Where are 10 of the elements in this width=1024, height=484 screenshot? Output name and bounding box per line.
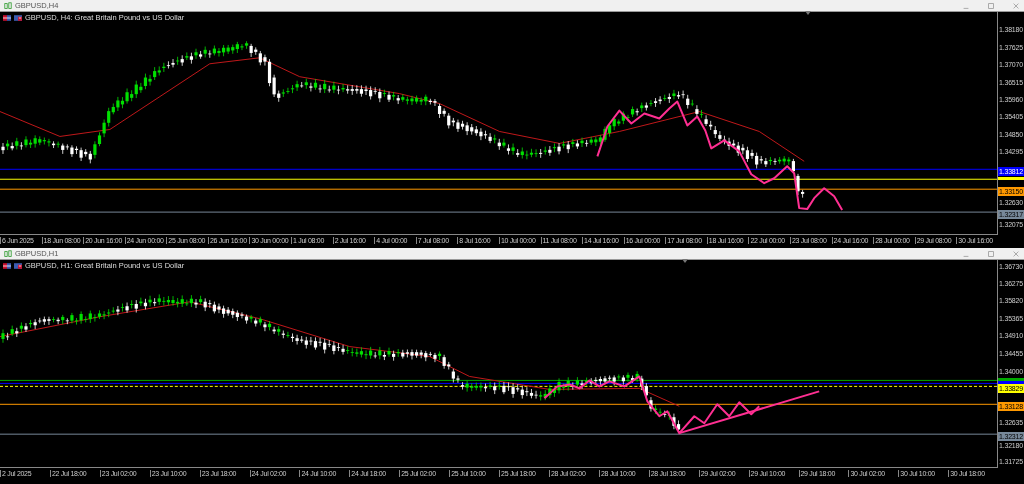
- flag-icon: [14, 262, 22, 269]
- close-icon[interactable]: [1012, 1, 1020, 10]
- chart-icon: [4, 249, 12, 258]
- flag-icon: [3, 262, 11, 269]
- maximize-icon[interactable]: [987, 1, 995, 10]
- maximize-icon[interactable]: [987, 249, 995, 258]
- flag-icon: [3, 14, 11, 21]
- chart-icon: [4, 1, 12, 10]
- close-icon[interactable]: [1012, 249, 1020, 258]
- flag-icon: [14, 14, 22, 21]
